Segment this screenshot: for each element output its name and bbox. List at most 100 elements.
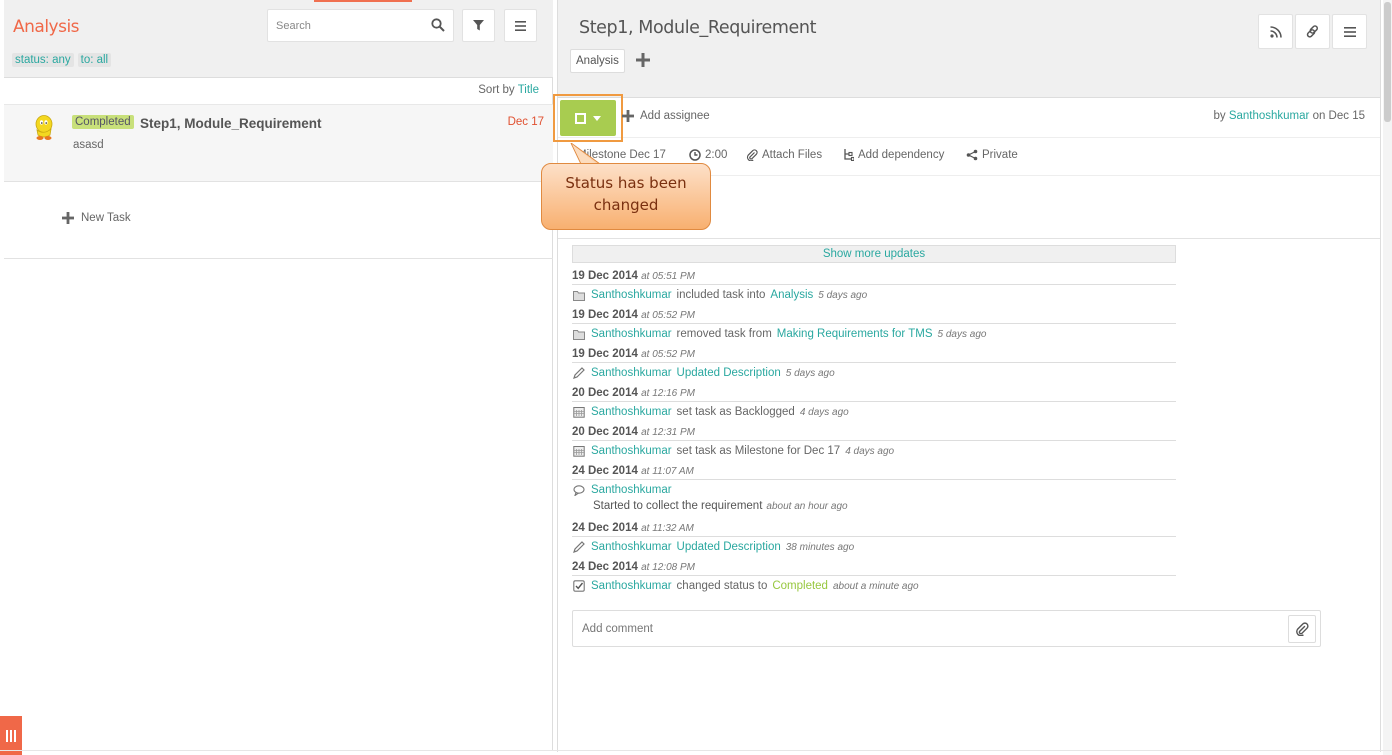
history-date-text: 24 Dec 2014 bbox=[572, 522, 638, 534]
task-list-header: Analysis status: any to: all bbox=[4, 0, 553, 78]
link-icon bbox=[1306, 25, 1319, 38]
menu-icon bbox=[515, 20, 526, 31]
history-action: set task as Backlogged bbox=[676, 406, 795, 418]
calendar-icon bbox=[572, 405, 586, 419]
list-menu-button[interactable] bbox=[504, 9, 537, 42]
page-scrollbar[interactable] bbox=[1383, 0, 1392, 755]
filter-button[interactable] bbox=[462, 9, 495, 42]
task-due-date: Dec 17 bbox=[507, 116, 544, 128]
history-target-link[interactable]: Updated Description bbox=[677, 541, 781, 553]
add-assignee-button[interactable]: Add assignee bbox=[622, 110, 710, 122]
bottom-divider bbox=[0, 750, 1392, 751]
history-time-text: at 05:52 PM bbox=[641, 349, 695, 360]
user-avatar-icon bbox=[35, 115, 53, 140]
task-detail-header: Step1, Module_Requirement Analysis bbox=[558, 0, 1380, 98]
share-icon bbox=[966, 149, 978, 161]
history-status: Completed bbox=[772, 580, 828, 592]
history-comment-text: Started to collect the requirement bbox=[593, 500, 763, 512]
add-dependency-button[interactable]: Add dependency bbox=[843, 149, 944, 161]
history-user-link[interactable]: Santhoshkumar bbox=[591, 580, 672, 592]
history-comment: Started to collect the requirement about … bbox=[572, 497, 1176, 515]
time-estimate-label: 2:00 bbox=[705, 149, 728, 161]
history-date-text: 24 Dec 2014 bbox=[572, 465, 638, 477]
rss-icon bbox=[1269, 25, 1282, 38]
history-user-link[interactable]: Santhoshkumar bbox=[591, 367, 672, 379]
history-user-link[interactable]: Santhoshkumar bbox=[591, 484, 672, 496]
task-list-item[interactable]: Completed Step1, Module_Requirement Dec … bbox=[4, 104, 553, 182]
comment-input[interactable] bbox=[582, 621, 1182, 637]
subscribe-button[interactable] bbox=[1258, 14, 1293, 49]
history-time-text: at 05:51 PM bbox=[641, 271, 695, 282]
search-input[interactable] bbox=[276, 18, 416, 34]
plus-icon bbox=[62, 212, 74, 224]
history-relative-time: 5 days ago bbox=[937, 328, 987, 340]
active-tab-indicator bbox=[314, 0, 412, 2]
created-on: on Dec 15 bbox=[1312, 110, 1365, 122]
search-box[interactable] bbox=[267, 9, 454, 42]
search-icon[interactable] bbox=[431, 18, 445, 32]
history-user-link[interactable]: Santhoshkumar bbox=[591, 289, 672, 301]
history-target-link[interactable]: Analysis bbox=[770, 289, 813, 301]
activity-history: Show more updates 19 Dec 2014 at 05:51 P… bbox=[572, 245, 1176, 593]
bars-icon bbox=[6, 729, 16, 742]
history-entry: Santhoshkumar Updated Description 38 minut… bbox=[572, 536, 1176, 554]
history-date: 19 Dec 2014 at 05:51 PM bbox=[572, 268, 1176, 282]
menu-icon bbox=[1343, 26, 1356, 37]
checkbox-icon bbox=[572, 579, 586, 593]
history-time-text: at 12:31 PM bbox=[641, 427, 695, 438]
folder-icon bbox=[572, 327, 586, 341]
filter-status-chip[interactable]: status: any bbox=[12, 53, 74, 67]
add-assignee-label: Add assignee bbox=[640, 110, 710, 122]
history-relative-time: 4 days ago bbox=[845, 445, 895, 457]
history-target-link[interactable]: Making Requirements for TMS bbox=[777, 328, 933, 340]
attach-comment-file-button[interactable] bbox=[1288, 615, 1316, 643]
privacy-button[interactable]: Private bbox=[966, 149, 1018, 161]
attach-files-button[interactable]: Attach Files bbox=[746, 149, 822, 161]
history-user-link[interactable]: Santhoshkumar bbox=[591, 328, 672, 340]
task-status-badge: Completed bbox=[72, 115, 134, 129]
status-changed-callout: Status has been changed bbox=[541, 163, 711, 230]
sort-row: Sort by Title bbox=[4, 79, 553, 104]
history-entry: Santhoshkumar set task as Milestone for D… bbox=[572, 440, 1176, 458]
add-tag-icon[interactable] bbox=[635, 52, 651, 68]
history-date: 19 Dec 2014 at 05:52 PM bbox=[572, 346, 1176, 360]
task-detail-title[interactable]: Step1, Module_Requirement bbox=[579, 18, 816, 38]
history-time-text: at 11:07 AM bbox=[641, 466, 694, 477]
clock-icon bbox=[689, 149, 701, 161]
list-title: Analysis bbox=[13, 17, 80, 37]
history-date: 20 Dec 2014 at 12:16 PM bbox=[572, 385, 1176, 399]
filter-assignee-chip[interactable]: to: all bbox=[77, 53, 112, 67]
history-action: set task as Milestone for Dec 17 bbox=[676, 445, 841, 457]
new-task-button[interactable]: New Task bbox=[62, 212, 131, 224]
history-relative-time: 4 days ago bbox=[799, 406, 849, 418]
active-filters: status: any to: all bbox=[12, 53, 112, 67]
history-relative-time: 5 days ago bbox=[785, 367, 835, 379]
history-user-link[interactable]: Santhoshkumar bbox=[591, 445, 672, 457]
callout-pointer bbox=[570, 143, 602, 165]
folder-icon bbox=[572, 288, 586, 302]
history-action: changed status to bbox=[676, 580, 768, 592]
history-time-text: at 05:52 PM bbox=[641, 310, 695, 321]
copy-link-button[interactable] bbox=[1295, 14, 1330, 49]
history-user-link[interactable]: Santhoshkumar bbox=[591, 406, 672, 418]
scrollbar-thumb[interactable] bbox=[1384, 2, 1391, 122]
history-time-text: at 12:16 PM bbox=[641, 388, 695, 399]
comment-icon bbox=[572, 483, 586, 497]
history-date-text: 20 Dec 2014 bbox=[572, 426, 638, 438]
history-user-link[interactable]: Santhoshkumar bbox=[591, 541, 672, 553]
folder-tag[interactable]: Analysis bbox=[570, 49, 625, 73]
add-dependency-label: Add dependency bbox=[858, 149, 945, 161]
task-title[interactable]: Step1, Module_Requirement bbox=[140, 116, 322, 131]
history-list: 19 Dec 2014 at 05:51 PM Santhoshkumar incl… bbox=[572, 268, 1176, 593]
paperclip-icon bbox=[747, 149, 758, 161]
creator-link[interactable]: Santhoshkumar bbox=[1229, 110, 1310, 122]
history-date: 20 Dec 2014 at 12:31 PM bbox=[572, 424, 1176, 438]
status-dropdown-button[interactable] bbox=[560, 100, 616, 136]
show-more-updates-button[interactable]: Show more updates bbox=[572, 245, 1176, 263]
history-target-link[interactable]: Updated Description bbox=[677, 367, 781, 379]
comment-box[interactable] bbox=[572, 610, 1321, 647]
time-estimate-button[interactable]: 2:00 bbox=[689, 149, 727, 161]
sort-value-link[interactable]: Title bbox=[518, 84, 539, 96]
history-time-text: at 12:08 PM bbox=[641, 562, 695, 573]
detail-menu-button[interactable] bbox=[1332, 14, 1367, 49]
